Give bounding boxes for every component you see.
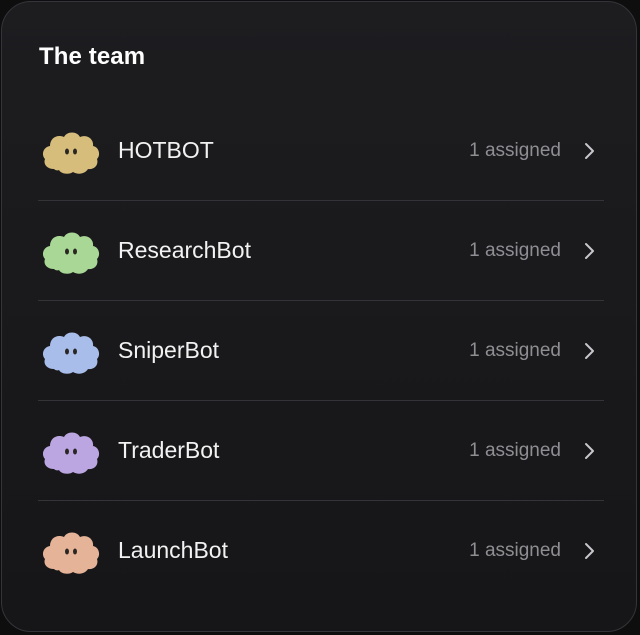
panel-title: The team bbox=[39, 43, 146, 70]
cloud-face-icon bbox=[42, 529, 100, 575]
left-eye bbox=[65, 448, 69, 455]
member-name: TraderBot bbox=[118, 437, 220, 463]
left-eye bbox=[65, 548, 69, 555]
avatar-cloud-shape bbox=[42, 232, 100, 274]
cloud-face-icon bbox=[42, 129, 100, 175]
member-name: SniperBot bbox=[118, 337, 220, 363]
left-eye bbox=[65, 148, 69, 155]
assigned-count: 1 assigned bbox=[469, 140, 561, 161]
assigned-count: 1 assigned bbox=[469, 240, 561, 261]
assigned-count: 1 assigned bbox=[469, 340, 561, 361]
team-member-row[interactable]: SniperBot 1 assigned bbox=[38, 301, 604, 401]
right-eye bbox=[73, 248, 77, 255]
avatar-cloud-body bbox=[42, 432, 100, 474]
chevron-right-icon[interactable] bbox=[582, 541, 596, 561]
member-name: LaunchBot bbox=[118, 537, 228, 563]
team-list: HOTBOT 1 assigned ResearchBot 1 assigned bbox=[38, 101, 604, 600]
team-member-row[interactable]: ResearchBot 1 assigned bbox=[38, 201, 604, 301]
avatar-cloud-body bbox=[42, 132, 100, 174]
assigned-count: 1 assigned bbox=[469, 440, 561, 461]
team-member-row[interactable]: TraderBot 1 assigned bbox=[38, 401, 604, 501]
avatar-cloud-shape bbox=[42, 432, 100, 474]
avatar-cloud-body bbox=[42, 332, 100, 374]
team-member-row[interactable]: LaunchBot 1 assigned bbox=[38, 501, 604, 600]
right-eye bbox=[73, 448, 77, 455]
avatar-cloud-shape bbox=[42, 132, 100, 174]
chevron-right-icon[interactable] bbox=[582, 141, 596, 161]
left-eye bbox=[65, 248, 69, 255]
team-member-row[interactable]: HOTBOT 1 assigned bbox=[38, 101, 604, 201]
chevron-right-icon[interactable] bbox=[582, 441, 596, 461]
chevron-right-icon[interactable] bbox=[582, 241, 596, 261]
cloud-face-icon bbox=[42, 229, 100, 275]
assigned-count: 1 assigned bbox=[469, 540, 561, 561]
member-name: HOTBOT bbox=[118, 137, 214, 163]
left-eye bbox=[65, 348, 69, 355]
team-panel: The team HOTBOT 1 assigned ResearchBot 1… bbox=[1, 1, 637, 632]
avatar-cloud-body bbox=[42, 532, 100, 574]
right-eye bbox=[73, 548, 77, 555]
right-eye bbox=[73, 348, 77, 355]
avatar-cloud-body bbox=[42, 232, 100, 274]
chevron-right-icon[interactable] bbox=[582, 341, 596, 361]
cloud-face-icon bbox=[42, 329, 100, 375]
member-name: ResearchBot bbox=[118, 237, 251, 263]
avatar-cloud-shape bbox=[42, 532, 100, 574]
avatar-cloud-shape bbox=[42, 332, 100, 374]
right-eye bbox=[73, 148, 77, 155]
cloud-face-icon bbox=[42, 429, 100, 475]
